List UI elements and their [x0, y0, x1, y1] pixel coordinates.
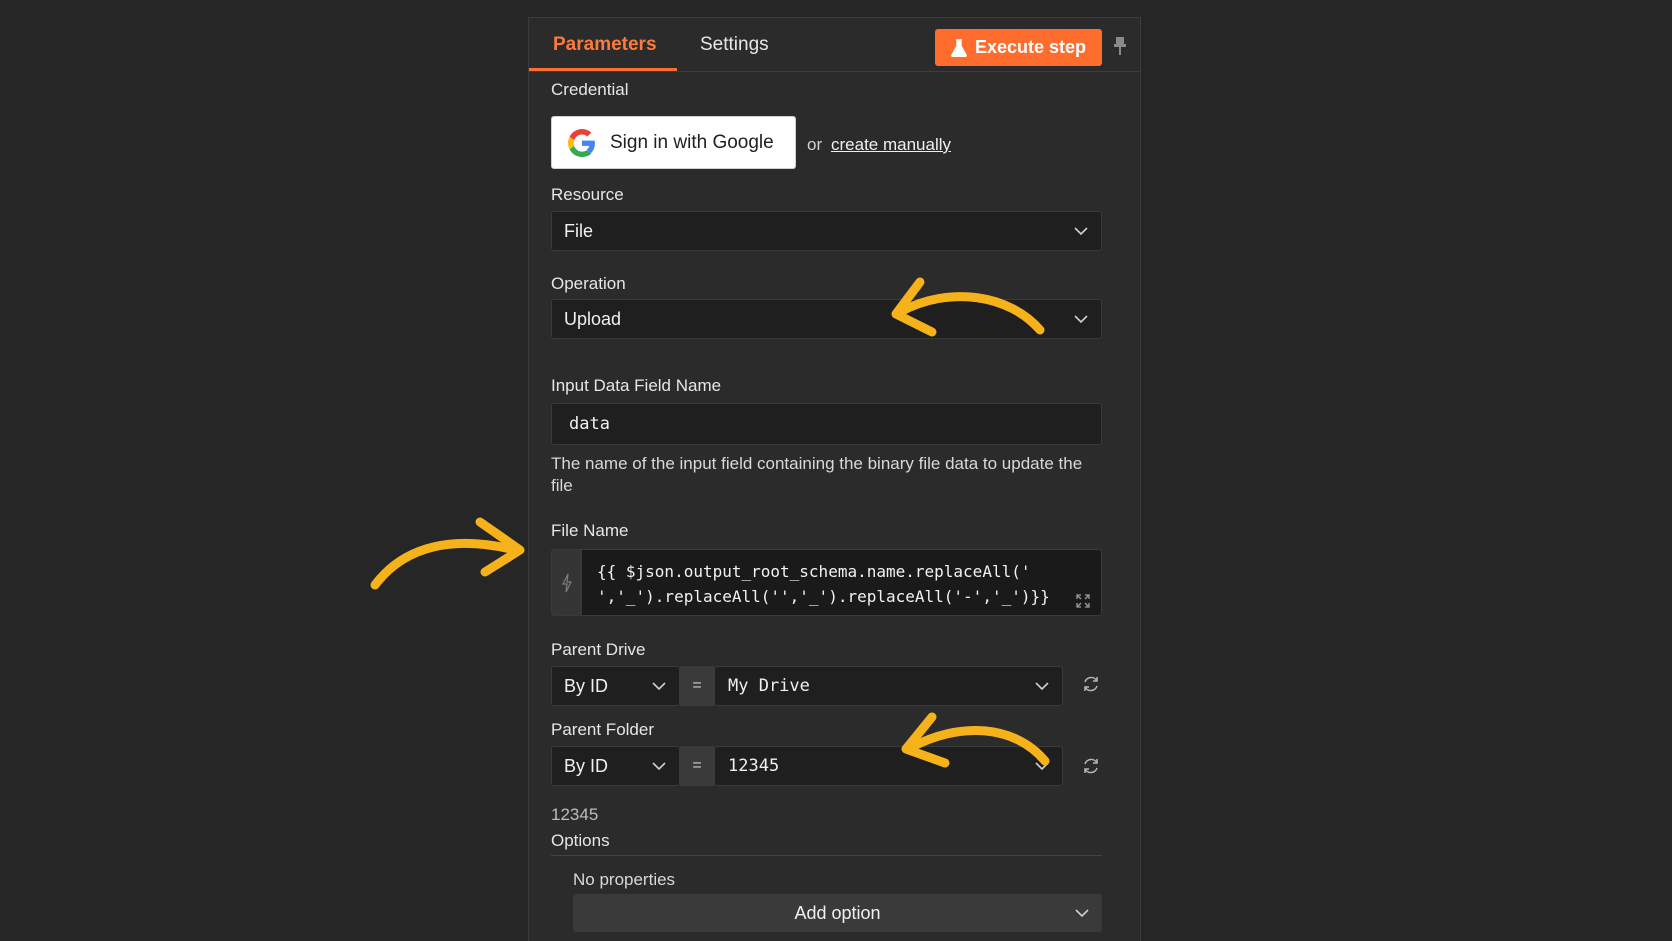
execute-step-label: Execute step — [974, 37, 1087, 57]
sign-in-google-label: Sign in with Google — [610, 131, 774, 153]
chevron-down-icon — [1074, 227, 1088, 236]
parent-folder-value: 12345 — [728, 756, 780, 776]
input-field-hint: The name of the input field containing t… — [551, 454, 1083, 495]
parent-folder-mode: By ID — [564, 755, 609, 776]
flask-icon — [951, 38, 967, 57]
refresh-icon[interactable] — [1081, 674, 1101, 694]
parent-drive-value: My Drive — [728, 676, 810, 696]
options-label: Options — [551, 831, 610, 850]
sign-in-google-button[interactable]: Sign in with Google — [551, 116, 796, 169]
google-logo-icon — [568, 128, 595, 157]
parent-drive-equals: = — [680, 666, 714, 706]
expression-line-2: ','_').replaceAll('','_').replaceAll('-'… — [597, 587, 1050, 606]
or-text: or — [807, 135, 823, 154]
execute-step-button[interactable]: Execute step — [935, 29, 1102, 66]
operation-select[interactable]: Upload — [551, 299, 1102, 339]
tab-settings[interactable]: Settings — [700, 34, 769, 56]
chevron-down-icon — [652, 682, 666, 691]
operation-label: Operation — [551, 274, 626, 293]
parent-folder-equals: = — [680, 746, 714, 786]
expression-line-1: {{ $json.output_root_schema.name.replace… — [597, 562, 1031, 581]
options-divider — [551, 855, 1102, 856]
active-tab-indicator — [529, 68, 677, 71]
file-name-label: File Name — [551, 521, 629, 540]
expand-icon[interactable] — [1074, 592, 1092, 610]
add-option-button[interactable]: Add option — [573, 894, 1102, 932]
parent-drive-mode-select[interactable]: By ID — [551, 666, 680, 706]
chevron-down-icon — [1074, 315, 1088, 324]
input-field-label: Input Data Field Name — [551, 376, 722, 395]
file-name-expression: {{ $json.output_root_schema.name.replace… — [597, 559, 1067, 609]
chevron-down-icon — [1035, 682, 1049, 691]
add-option-label: Add option — [794, 902, 881, 923]
file-name-expression-editor[interactable]: {{ $json.output_root_schema.name.replace… — [551, 549, 1102, 616]
tab-bar: Parameters Settings Execute step — [529, 18, 1140, 72]
chevron-down-icon — [652, 762, 666, 771]
parent-folder-value-select[interactable]: 12345 — [714, 746, 1063, 786]
chevron-down-icon — [1035, 762, 1049, 771]
operation-value: Upload — [564, 308, 622, 329]
arrow-annotation — [370, 517, 525, 590]
parent-folder-label: Parent Folder — [551, 720, 654, 739]
pin-icon[interactable] — [1113, 36, 1127, 56]
refresh-icon[interactable] — [1081, 756, 1101, 776]
node-parameters-panel: Parameters Settings Execute step Credent… — [528, 17, 1141, 941]
parent-drive-label: Parent Drive — [551, 640, 646, 659]
no-properties-text: No properties — [573, 870, 676, 889]
expression-gutter — [552, 550, 582, 615]
parent-folder-id-hint: 12345 — [551, 805, 599, 824]
tab-parameters[interactable]: Parameters — [553, 34, 657, 56]
parent-folder-mode-select[interactable]: By ID — [551, 746, 680, 786]
resource-value: File — [564, 220, 594, 241]
resource-label: Resource — [551, 185, 624, 204]
resource-select[interactable]: File — [551, 211, 1102, 251]
bolt-icon — [562, 573, 572, 593]
input-field-value: data — [569, 414, 610, 434]
input-field-name-input[interactable]: data — [551, 403, 1102, 445]
parent-drive-mode: By ID — [564, 675, 609, 696]
credential-label: Credential — [551, 80, 629, 99]
create-manually-link[interactable]: create manually — [831, 135, 951, 155]
parent-drive-value-select[interactable]: My Drive — [714, 666, 1063, 706]
chevron-down-icon — [1075, 909, 1089, 918]
